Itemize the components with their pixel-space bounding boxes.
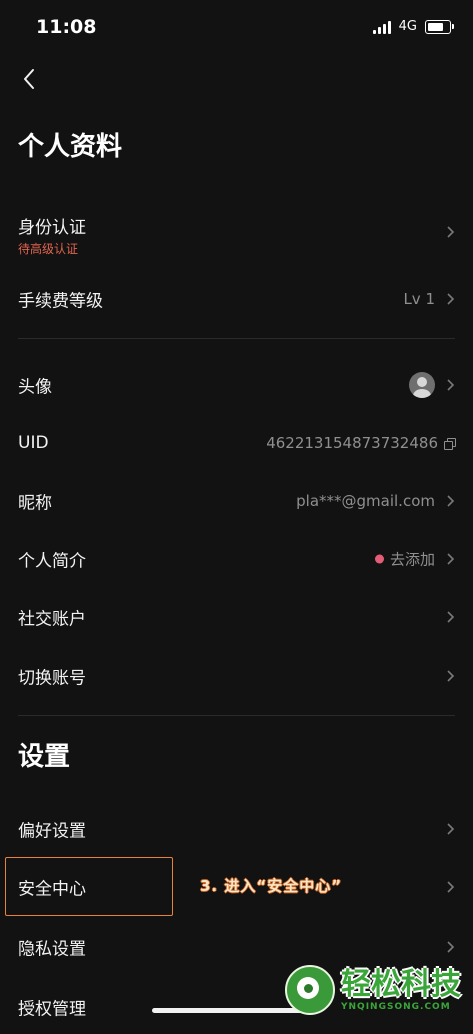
highlight-box <box>5 857 173 916</box>
status-bar: 11:08 4G <box>0 0 473 56</box>
status-indicators: 4G <box>372 19 454 34</box>
back-button[interactable] <box>12 62 46 96</box>
nickname-text: pla***@gmail.com <box>296 492 435 510</box>
avatar-value <box>409 372 435 398</box>
notification-dot <box>374 554 384 564</box>
uid-value[interactable]: 462213154873732486 <box>266 434 456 452</box>
social-label: 社交账户 <box>18 609 86 630</box>
chevron-right-icon <box>447 670 455 682</box>
chevron-right-icon <box>447 293 455 305</box>
fee-level-value: Lv 1 <box>403 290 435 308</box>
watermark-text: 轻松科技 YNQINGSONG.COM <box>341 967 461 1013</box>
bio-label: 个人简介 <box>18 551 86 572</box>
divider <box>18 715 455 716</box>
network-type: 4G <box>398 19 417 34</box>
chevron-left-icon <box>24 69 34 89</box>
chevron-right-icon <box>447 553 455 565</box>
identity-label: 身份认证 <box>18 218 86 238</box>
chevron-right-icon <box>447 495 455 507</box>
nickname-label: 昵称 <box>18 493 52 514</box>
bio-value: 去添加 <box>374 549 435 570</box>
preferences-row[interactable]: 偏好设置 <box>0 802 473 856</box>
battery-icon <box>425 19 454 34</box>
uid-row: UID 462213154873732486 <box>0 416 473 470</box>
bio-row[interactable]: 个人简介 去添加 <box>0 532 473 586</box>
settings-section-title: 设置 <box>18 742 71 772</box>
copy-icon[interactable] <box>444 437 456 450</box>
chevron-right-icon <box>447 379 455 391</box>
annotation-text: 3. 进入“安全中心” <box>200 877 343 895</box>
divider <box>18 338 455 339</box>
chevron-right-icon <box>447 823 455 835</box>
identity-status: 待高级认证 <box>18 242 79 256</box>
profile-section-title: 个人资料 <box>18 132 123 162</box>
watermark-logo-icon <box>285 965 335 1015</box>
fee-level-label: 手续费等级 <box>18 291 103 312</box>
authorization-label: 授权管理 <box>18 999 86 1020</box>
fee-level-row[interactable]: 手续费等级 Lv 1 <box>0 272 473 326</box>
preferences-label: 偏好设置 <box>18 821 86 842</box>
uid-text: 462213154873732486 <box>266 434 438 452</box>
nickname-value: pla***@gmail.com <box>296 492 435 510</box>
avatar-label: 头像 <box>18 377 52 398</box>
chevron-right-icon <box>447 226 455 238</box>
avatar-row[interactable]: 头像 <box>0 358 473 412</box>
privacy-label: 隐私设置 <box>18 939 86 960</box>
status-time: 11:08 <box>36 16 97 38</box>
uid-label: UID <box>18 433 49 453</box>
chevron-right-icon <box>447 941 455 953</box>
chevron-right-icon <box>447 611 455 623</box>
switch-account-row[interactable]: 切换账号 <box>0 649 473 703</box>
watermark-main: 轻松科技 <box>341 967 461 1002</box>
avatar <box>409 372 435 398</box>
chevron-right-icon <box>447 881 455 893</box>
social-accounts-row[interactable]: 社交账户 <box>0 590 473 644</box>
switch-account-label: 切换账号 <box>18 668 86 689</box>
signal-icon <box>372 20 391 34</box>
bio-text: 去添加 <box>389 550 435 569</box>
nickname-row[interactable]: 昵称 pla***@gmail.com <box>0 474 473 528</box>
identity-verification-row[interactable]: 身份认证 待高级认证 <box>0 202 473 262</box>
watermark-sub: YNQINGSONG.COM <box>341 1002 451 1012</box>
fee-level-text: Lv 1 <box>403 290 435 308</box>
battery-level <box>428 22 443 31</box>
watermark: 轻松科技 YNQINGSONG.COM <box>285 960 467 1020</box>
